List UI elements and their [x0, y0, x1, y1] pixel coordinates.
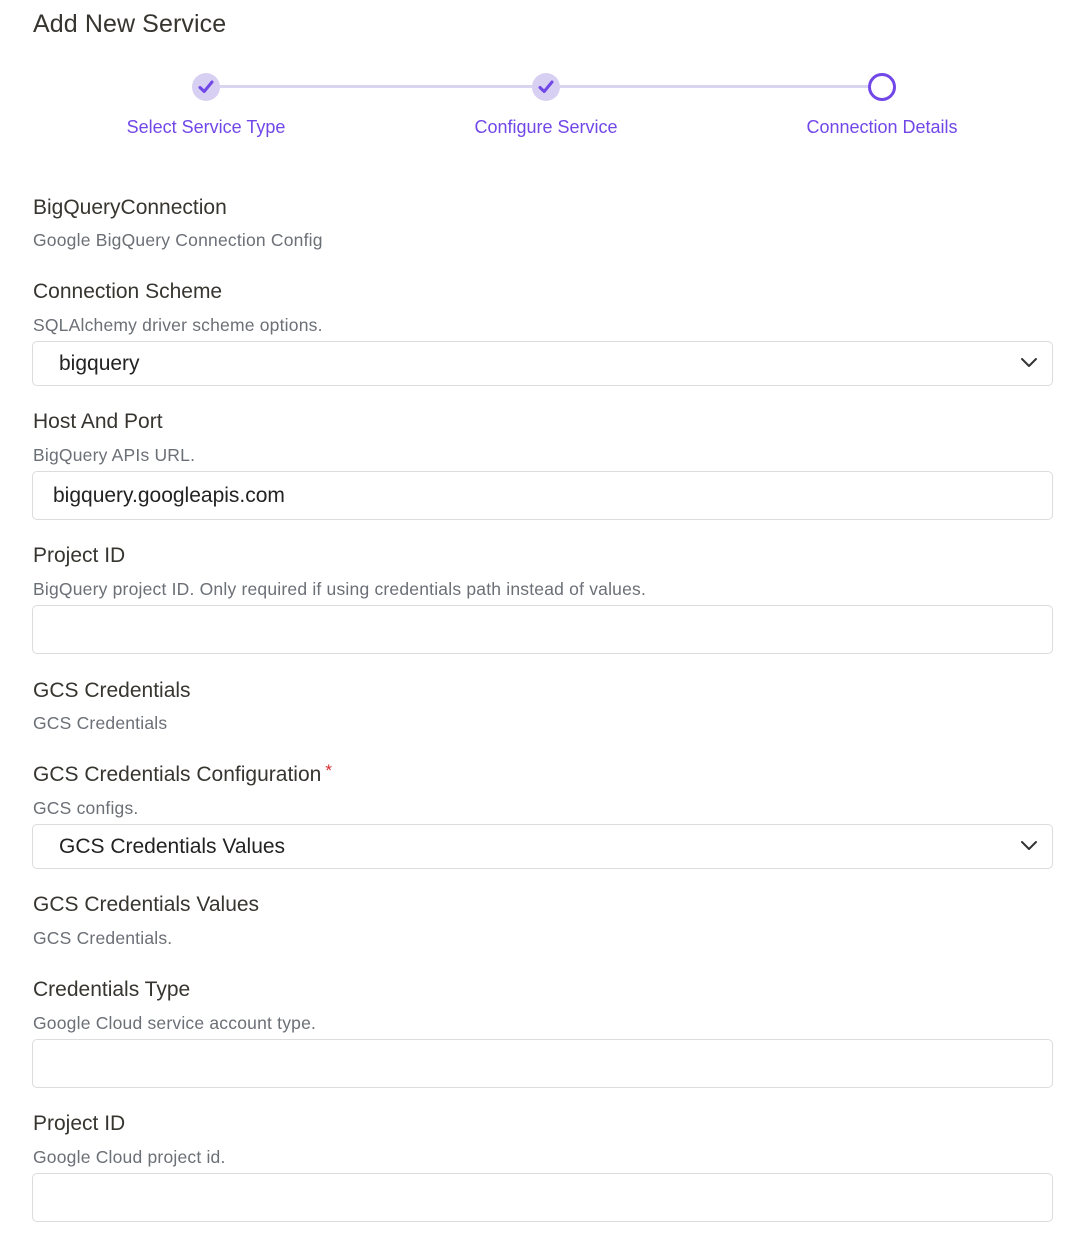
gcs-credentials-configuration-text: GCS Credentials Configuration — [33, 763, 322, 786]
gcs-credentials-configuration-label: GCS Credentials Configuration * — [33, 761, 332, 787]
connection-scheme-select[interactable]: bigquery — [32, 341, 1053, 386]
page-title: Add New Service — [33, 10, 227, 38]
gcp-project-id-label: Project ID — [33, 1112, 126, 1135]
gcs-credentials-values-label: GCS Credentials Values — [33, 893, 260, 916]
credentials-type-input[interactable] — [32, 1039, 1053, 1088]
project-id-input[interactable] — [32, 605, 1053, 654]
host-and-port-value: bigquery.googleapis.com — [53, 484, 285, 507]
step-1-indicator[interactable] — [192, 73, 220, 101]
gcs-credentials-help: GCS Credentials — [33, 713, 168, 733]
project-id-label: Project ID — [33, 544, 126, 567]
connection-scheme-label: Connection Scheme — [33, 280, 223, 303]
gcs-credentials-configuration-select[interactable]: GCS Credentials Values — [32, 824, 1053, 869]
gcs-credentials-configuration-help: GCS configs. — [33, 798, 139, 818]
required-marker: * — [325, 761, 332, 780]
step-2-indicator[interactable] — [532, 73, 560, 101]
stepper: Select Service Type Configure Service Co… — [0, 70, 1084, 150]
chevron-down-icon — [1021, 841, 1037, 850]
step-connector — [220, 85, 532, 88]
host-and-port-label: Host And Port — [33, 410, 163, 433]
credentials-type-help: Google Cloud service account type. — [33, 1013, 317, 1033]
check-icon — [538, 80, 554, 93]
section-title: BigQueryConnection — [33, 196, 227, 219]
host-and-port-help: BigQuery APIs URL. — [33, 445, 196, 465]
check-icon — [198, 80, 214, 93]
host-and-port-input[interactable]: bigquery.googleapis.com — [32, 471, 1053, 520]
step-label-select-service-type[interactable]: Select Service Type — [127, 117, 286, 138]
chevron-down-icon — [1021, 358, 1037, 367]
gcs-credentials-configuration-value: GCS Credentials Values — [59, 835, 286, 858]
gcp-project-id-help: Google Cloud project id. — [33, 1147, 226, 1167]
credentials-type-label: Credentials Type — [33, 978, 191, 1001]
step-connector — [560, 85, 868, 88]
step-label-connection-details[interactable]: Connection Details — [806, 117, 957, 138]
step-3-indicator[interactable] — [868, 73, 896, 101]
gcs-credentials-values-help: GCS Credentials. — [33, 928, 173, 948]
step-label-configure-service[interactable]: Configure Service — [474, 117, 617, 138]
gcp-project-id-input[interactable] — [32, 1173, 1053, 1222]
connection-scheme-value: bigquery — [59, 352, 140, 375]
section-description: Google BigQuery Connection Config — [33, 230, 323, 250]
gcs-credentials-label: GCS Credentials — [33, 679, 191, 702]
connection-scheme-help: SQLAlchemy driver scheme options. — [33, 315, 323, 335]
project-id-help: BigQuery project ID. Only required if us… — [33, 579, 647, 599]
